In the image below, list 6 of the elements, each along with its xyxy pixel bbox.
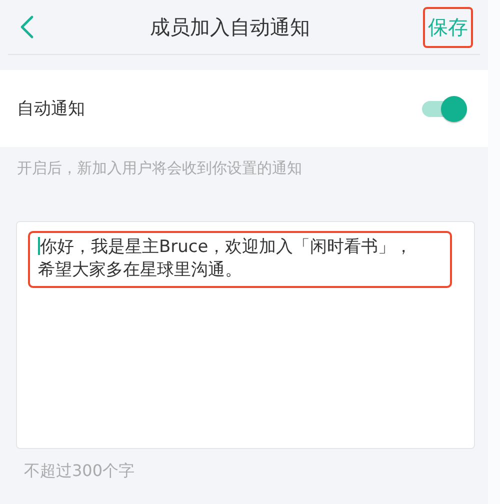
- back-icon[interactable]: [20, 15, 34, 39]
- hint-text: 开启后，新加入用户将会收到你设置的通知: [16, 158, 303, 179]
- limit-text: 不超过300个字: [23, 460, 136, 482]
- page-title: 成员加入自动通知: [149, 14, 311, 40]
- setting-label: 自动通知: [17, 98, 85, 120]
- message-field[interactable]: 你好，我是星主Bruce，欢迎加入「闲时看书」，希望大家多在星球里沟通。: [16, 221, 475, 449]
